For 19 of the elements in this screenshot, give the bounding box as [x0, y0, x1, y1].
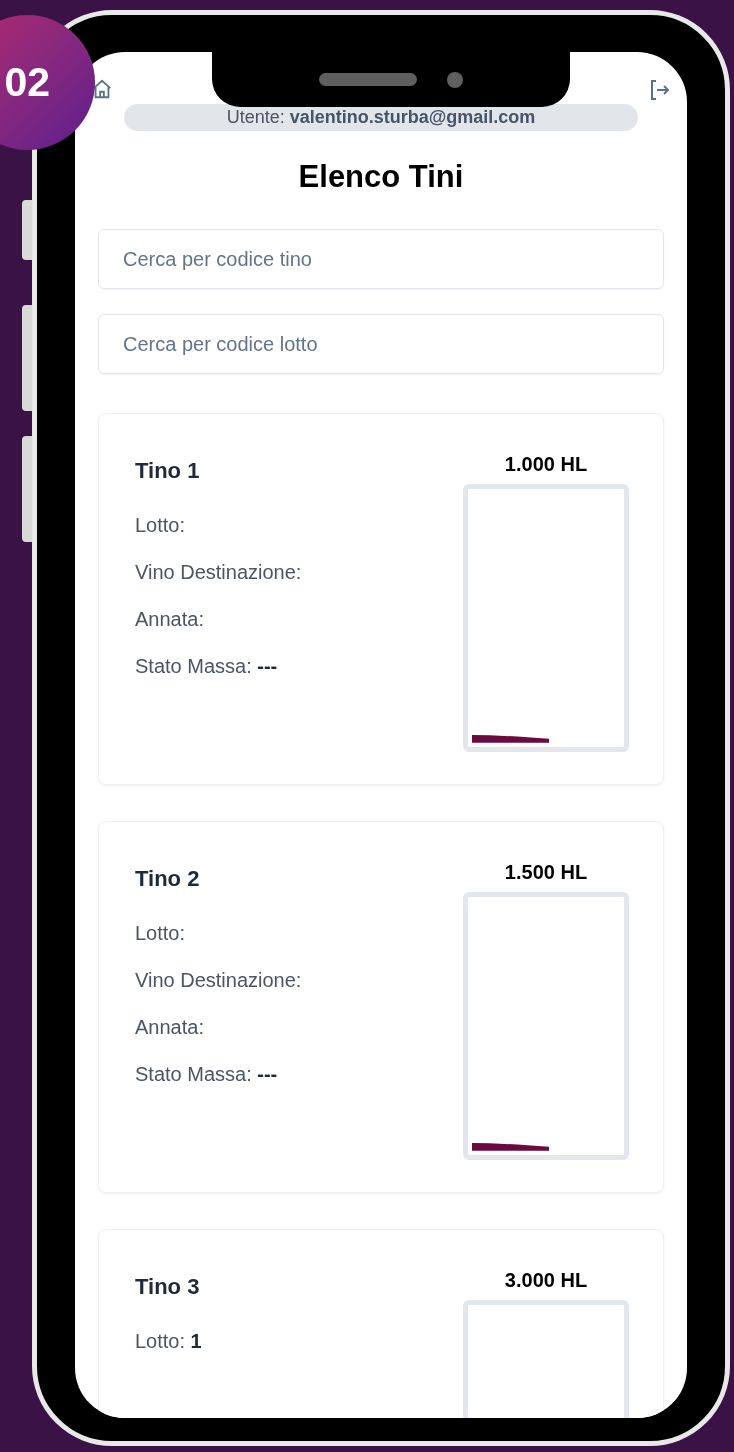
tank-name: Tino 3	[135, 1273, 201, 1301]
tank-field: Lotto:	[135, 919, 302, 947]
tank-field: Vino Destinazione:	[135, 558, 302, 586]
tank-field: Annata:	[135, 605, 302, 633]
tank-name: Tino 2	[135, 865, 201, 893]
tank-name: Tino 1	[135, 457, 201, 485]
page-title: Elenco Tini	[298, 158, 464, 196]
search-field[interactable]: Cerca per codice tino	[98, 229, 664, 289]
tank-field: Lotto:	[135, 511, 302, 539]
search-field[interactable]: Cerca per codice lotto	[98, 314, 664, 374]
tank-capacity: 3.000 HL	[504, 1268, 588, 1292]
tank-field: Annata:	[135, 1013, 302, 1041]
tank-field: Stato Massa: ---	[135, 652, 302, 680]
tank-field: Vino Destinazione:	[135, 966, 302, 994]
user-pill: Utente: valentino.sturba@gmail.com	[124, 104, 638, 131]
tank-field: Lotto: 1	[135, 1327, 202, 1355]
tank-capacity: 1.500 HL	[504, 860, 588, 884]
tank-field: Stato Massa: ---	[135, 1060, 302, 1088]
tank-capacity: 1.000 HL	[504, 452, 588, 476]
